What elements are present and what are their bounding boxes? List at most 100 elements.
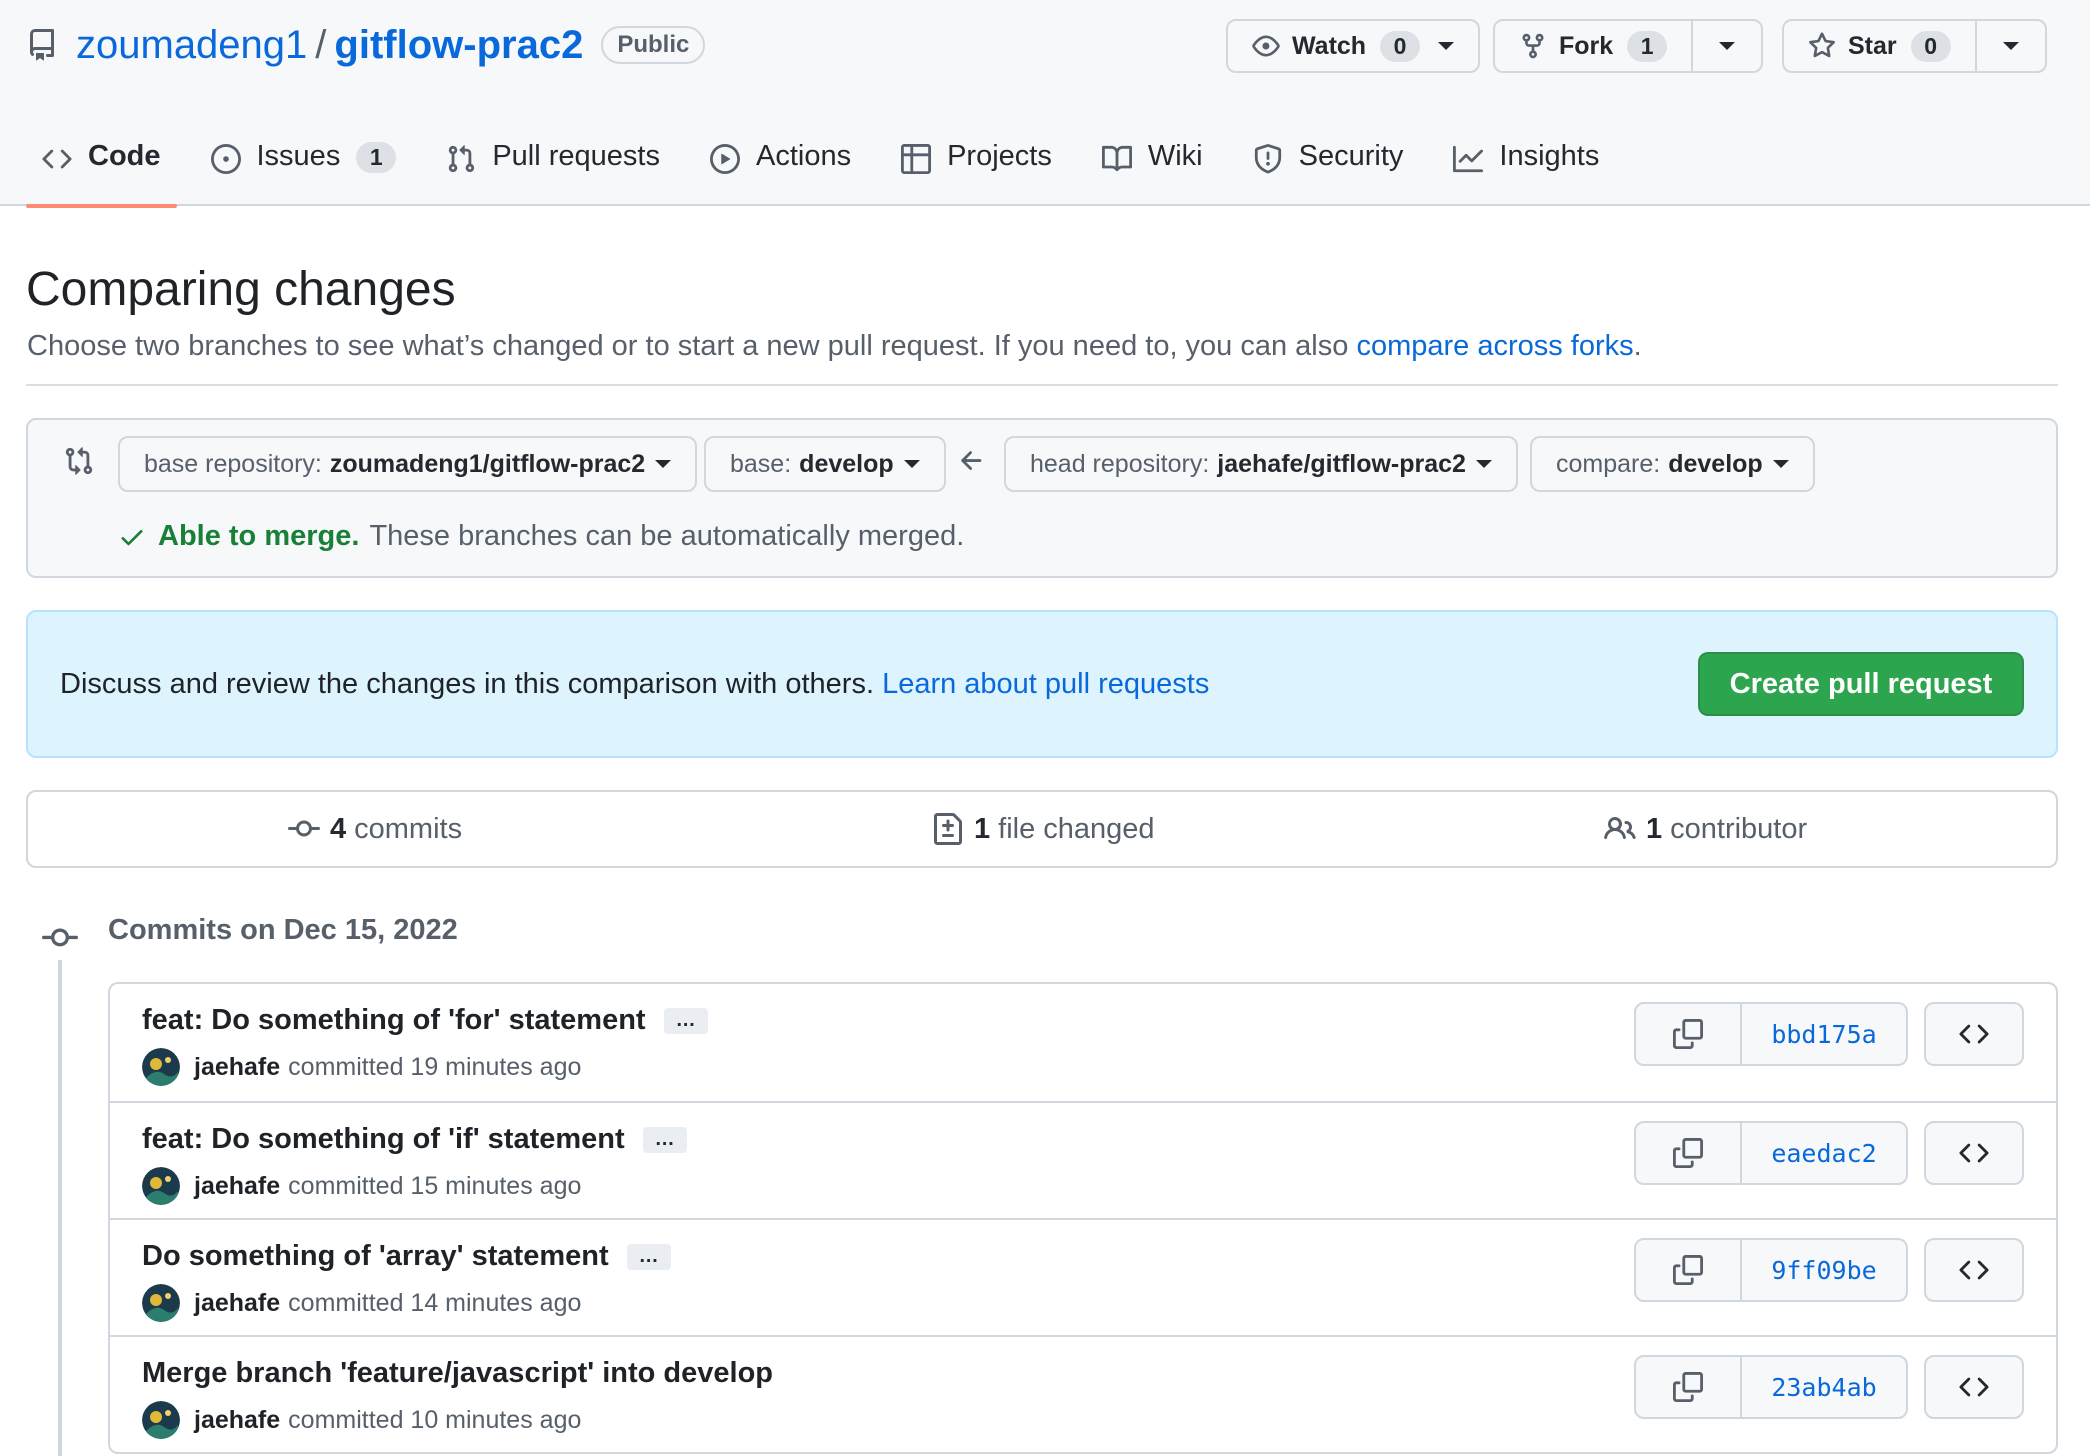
fork-label: Fork (1559, 31, 1614, 60)
tab-wiki[interactable]: Wiki (1086, 120, 1219, 206)
copy-sha-button[interactable] (1636, 1357, 1740, 1417)
commit-title-row: Do something of 'array' statement … (142, 1240, 671, 1273)
create-pull-request-button[interactable]: Create pull request (1698, 652, 2024, 716)
contributors-link[interactable]: 1 contributor (1604, 792, 1807, 866)
commit-sha-link[interactable]: eaedac2 (1740, 1123, 1906, 1183)
repo-owner-link[interactable]: zoumadeng1 (76, 23, 307, 68)
base-repository-value: zoumadeng1/gitflow-prac2 (329, 449, 646, 478)
sha-button-group: eaedac2 (1634, 1121, 1908, 1185)
chevron-down-icon (1475, 460, 1492, 468)
learn-about-pull-requests-link[interactable]: Learn about pull requests (882, 668, 1209, 700)
browse-repo-at-commit-button[interactable] (1924, 1238, 2024, 1302)
star-button[interactable]: Star 0 (1784, 21, 1975, 71)
chevron-down-icon (2002, 42, 2019, 50)
file-diff-icon (934, 813, 962, 845)
commit-author-link[interactable]: jaehafe (194, 1053, 280, 1082)
chevron-down-icon (1438, 42, 1455, 50)
tab-actions-label: Actions (755, 140, 852, 172)
eye-icon (1252, 35, 1280, 57)
compare-branch-value: develop (1668, 449, 1763, 478)
sha-button-group: 23ab4ab (1634, 1355, 1908, 1419)
fork-button[interactable]: Fork 1 (1495, 21, 1691, 71)
commit-title-link[interactable]: Merge branch 'feature/javascript' into d… (142, 1357, 773, 1390)
commit-title-link[interactable]: feat: Do something of 'if' statement (142, 1123, 625, 1156)
star-dropdown-button[interactable] (1974, 21, 2045, 71)
page-description: Choose two branches to see what’s change… (27, 330, 1642, 363)
commit-expand-button[interactable]: … (626, 1243, 671, 1270)
commit-time: committed 10 minutes ago (288, 1405, 582, 1434)
book-icon (1101, 145, 1132, 172)
issue-opened-icon (210, 144, 241, 174)
page-description-end: . (1633, 330, 1642, 362)
commit-title-row: feat: Do something of 'for' statement … (142, 1004, 708, 1037)
commit-sha-link[interactable]: bbd175a (1740, 1004, 1906, 1064)
contributors-count: 1 (1646, 812, 1663, 845)
commit-row: feat: Do something of 'if' statement … j… (110, 1101, 2056, 1218)
commit-meta: jaehafe committed 14 minutes ago (142, 1284, 581, 1322)
git-commit-icon (42, 916, 78, 960)
watch-count: 0 (1380, 30, 1421, 62)
copy-sha-button[interactable] (1636, 1004, 1740, 1064)
commit-expand-button[interactable]: … (642, 1126, 687, 1153)
play-icon (709, 144, 740, 174)
repo-forked-icon (1522, 33, 1544, 59)
commit-list: feat: Do something of 'for' statement … … (108, 982, 2058, 1454)
files-changed-label: file changed (998, 812, 1155, 845)
files-changed-link[interactable]: 1 file changed (932, 792, 1155, 866)
commit-sha-link[interactable]: 23ab4ab (1740, 1357, 1906, 1417)
fork-dropdown-button[interactable] (1691, 21, 1761, 71)
avatar[interactable] (142, 1048, 180, 1086)
commits-summary-link[interactable]: 4 commits (288, 792, 462, 866)
commit-author-link[interactable]: jaehafe (194, 1289, 280, 1318)
avatar[interactable] (142, 1167, 180, 1205)
commit-time: committed 14 minutes ago (288, 1288, 582, 1317)
commit-meta: jaehafe committed 10 minutes ago (142, 1401, 581, 1439)
commit-expand-button[interactable]: … (663, 1007, 708, 1034)
repo-header: zoumadeng1 / gitflow-prac2 Public Watch … (0, 0, 2090, 208)
tab-actions[interactable]: Actions (694, 120, 867, 206)
tab-security[interactable]: Security (1237, 120, 1420, 206)
commit-title-link[interactable]: feat: Do something of 'for' statement (142, 1004, 646, 1037)
chevron-down-icon (1719, 42, 1736, 50)
compare-branch-label: compare: (1556, 449, 1661, 478)
timeline-line (58, 940, 62, 1456)
repo-path-separator: / (315, 22, 327, 67)
commit-title-link[interactable]: Do something of 'array' statement (142, 1240, 609, 1273)
git-compare-icon (64, 446, 94, 476)
commit-row: feat: Do something of 'for' statement … … (110, 984, 2056, 1101)
watch-button[interactable]: Watch 0 (1228, 21, 1478, 71)
tab-projects-label: Projects (947, 140, 1052, 172)
commit-author-link[interactable]: jaehafe (194, 1172, 280, 1201)
tab-issues[interactable]: Issues 1 (195, 120, 413, 206)
base-branch-select[interactable]: base: develop (704, 436, 946, 492)
browse-repo-at-commit-button[interactable] (1924, 1121, 2024, 1185)
browse-repo-at-commit-button[interactable] (1924, 1002, 2024, 1066)
copy-sha-button[interactable] (1636, 1123, 1740, 1183)
watch-button-group: Watch 0 (1226, 19, 1481, 73)
tab-security-label: Security (1298, 140, 1404, 172)
sha-button-group: 9ff09be (1634, 1238, 1908, 1302)
tab-insights[interactable]: Insights (1437, 120, 1615, 206)
arrow-left-icon (957, 446, 987, 476)
avatar[interactable] (142, 1401, 180, 1439)
range-editor: base repository: zoumadeng1/gitflow-prac… (26, 418, 2058, 578)
compare-across-forks-link[interactable]: compare across forks (1356, 330, 1633, 362)
tab-code[interactable]: Code (26, 120, 177, 208)
tab-projects[interactable]: Projects (885, 120, 1068, 206)
repo-name-link[interactable]: gitflow-prac2 (334, 23, 583, 68)
compare-branch-select[interactable]: compare: develop (1530, 436, 1815, 492)
commit-author-link[interactable]: jaehafe (194, 1406, 280, 1435)
avatar[interactable] (142, 1284, 180, 1322)
head-repository-select[interactable]: head repository: jaehafe/gitflow-prac2 (1004, 436, 1518, 492)
repo-icon (26, 29, 58, 61)
git-commit-icon (288, 820, 320, 837)
repo-title: zoumadeng1 / gitflow-prac2 Public (26, 20, 706, 70)
commit-sha-link[interactable]: 9ff09be (1740, 1240, 1906, 1300)
tab-pull-requests[interactable]: Pull requests (430, 120, 676, 206)
copy-sha-button[interactable] (1636, 1240, 1740, 1300)
base-repository-select[interactable]: base repository: zoumadeng1/gitflow-prac… (118, 436, 698, 492)
tab-pull-requests-label: Pull requests (492, 140, 660, 172)
browse-repo-at-commit-button[interactable] (1924, 1355, 2024, 1419)
copy-icon (1673, 1255, 1703, 1285)
visibility-badge: Public (601, 26, 706, 64)
